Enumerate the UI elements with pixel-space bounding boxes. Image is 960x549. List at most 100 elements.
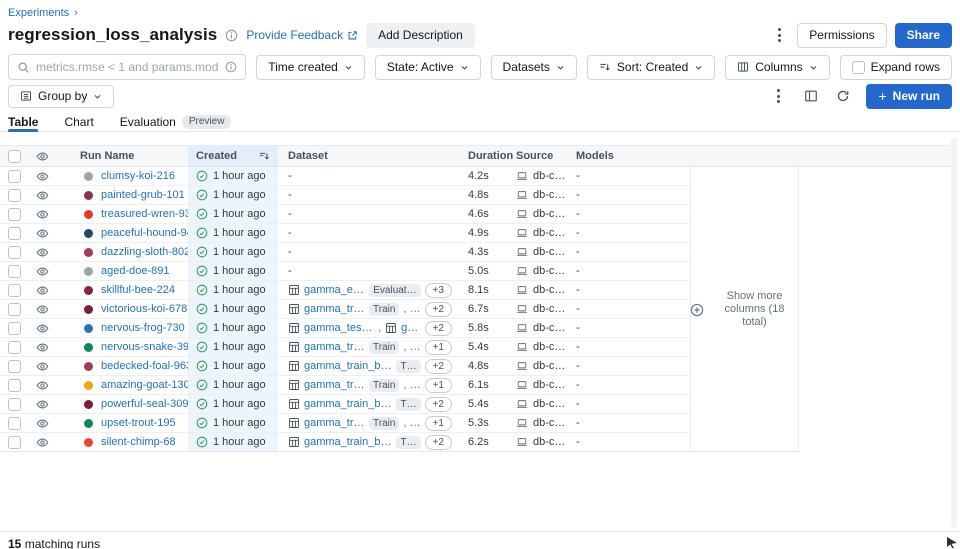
source-link[interactable]: db-chen…	[533, 341, 568, 353]
run-name-link[interactable]: dazzling-sloth-802	[101, 246, 188, 258]
dataset-more-pill[interactable]: +1	[425, 416, 452, 431]
dataset-link[interactable]: gamma_train (b06b137d)	[304, 341, 365, 353]
row-visibility-toggle[interactable]	[28, 224, 56, 242]
row-visibility-toggle[interactable]	[28, 395, 56, 413]
row-checkbox[interactable]	[8, 265, 21, 278]
run-name-link[interactable]: nervous-frog-730	[101, 322, 185, 334]
row-checkbox[interactable]	[8, 398, 21, 411]
source-link[interactable]: db-chen…	[533, 284, 568, 296]
columns-selector[interactable]: Columns	[725, 55, 829, 80]
row-checkbox[interactable]	[8, 303, 21, 316]
search-input[interactable]	[36, 60, 219, 74]
source-link[interactable]: db-chen…	[533, 322, 568, 334]
column-header-dataset[interactable]: Dataset	[278, 146, 460, 166]
row-visibility-toggle[interactable]	[28, 357, 56, 375]
dataset-link[interactable]: gam…	[401, 322, 420, 334]
row-visibility-toggle[interactable]	[28, 205, 56, 223]
tab-table[interactable]: Table	[8, 112, 38, 131]
visibility-column-header[interactable]	[28, 146, 56, 166]
dataset-link[interactable]: gamma_train_beta (d5ef20ed)	[304, 398, 392, 410]
dataset-more-pill[interactable]: +1	[425, 340, 452, 355]
row-checkbox[interactable]	[8, 379, 21, 392]
source-link[interactable]: db-chen…	[533, 360, 568, 372]
dataset-more-pill[interactable]: +2	[425, 397, 452, 412]
new-run-button[interactable]: + New run	[866, 84, 952, 109]
add-description-button[interactable]: Add Description	[366, 23, 475, 48]
run-name-link[interactable]: peaceful-hound-944	[101, 227, 188, 239]
source-link[interactable]: db-chen…	[533, 265, 568, 277]
source-link[interactable]: db-chen…	[533, 303, 568, 315]
row-visibility-toggle[interactable]	[28, 281, 56, 299]
table-overflow-menu-icon[interactable]	[769, 85, 788, 107]
row-visibility-toggle[interactable]	[28, 262, 56, 280]
run-name-link[interactable]: nervous-snake-390	[101, 341, 188, 353]
datasets-filter[interactable]: Datasets	[491, 55, 577, 80]
row-visibility-toggle[interactable]	[28, 243, 56, 261]
tab-evaluation[interactable]: Evaluation Preview	[120, 112, 232, 131]
experiment-info-icon[interactable]	[225, 29, 238, 42]
dataset-link[interactable]: gamma_eval (80038a42)	[304, 284, 365, 296]
dataset-more-pill[interactable]: +3	[425, 283, 452, 298]
row-checkbox[interactable]	[8, 189, 21, 202]
time-created-filter[interactable]: Time created	[256, 55, 365, 80]
run-name-link[interactable]: upset-trout-195	[101, 417, 176, 429]
row-visibility-toggle[interactable]	[28, 319, 56, 337]
source-link[interactable]: db-chen…	[533, 436, 568, 448]
run-name-link[interactable]: aged-doe-891	[101, 265, 170, 277]
row-checkbox[interactable]	[8, 436, 21, 449]
source-link[interactable]: db-chen…	[533, 208, 568, 220]
row-checkbox[interactable]	[8, 208, 21, 221]
provide-feedback-link[interactable]: Provide Feedback	[246, 28, 358, 42]
run-name-link[interactable]: powerful-seal-309	[101, 398, 188, 410]
header-overflow-menu-icon[interactable]	[770, 24, 789, 46]
source-link[interactable]: db-chen…	[533, 227, 568, 239]
expand-rows-toggle[interactable]: Expand rows	[840, 55, 952, 80]
tab-chart[interactable]: Chart	[64, 112, 93, 131]
row-checkbox[interactable]	[8, 360, 21, 373]
row-visibility-toggle[interactable]	[28, 414, 56, 432]
permissions-button[interactable]: Permissions	[797, 23, 886, 48]
row-visibility-toggle[interactable]	[28, 338, 56, 356]
run-name-link[interactable]: amazing-goat-130	[101, 379, 188, 391]
column-header-run-name[interactable]: Run Name	[56, 146, 188, 166]
refresh-icon[interactable]	[834, 87, 852, 105]
source-link[interactable]: db-chen…	[533, 398, 568, 410]
row-checkbox[interactable]	[8, 227, 21, 240]
source-link[interactable]: db-chen…	[533, 189, 568, 201]
dataset-more-pill[interactable]: +2	[425, 302, 452, 317]
run-name-link[interactable]: treasured-wren-932	[101, 208, 188, 220]
run-name-link[interactable]: silent-chimp-68	[101, 436, 176, 448]
row-checkbox[interactable]	[8, 170, 21, 183]
search-info-icon[interactable]	[225, 61, 237, 73]
dataset-link[interactable]: gamma_train (b06b137d)	[304, 303, 365, 315]
breadcrumb-experiments-link[interactable]: Experiments	[8, 7, 69, 19]
expand-rows-checkbox[interactable]	[852, 61, 865, 74]
dataset-link[interactable]: gamma_train (b06b137d)	[304, 417, 365, 429]
row-visibility-toggle[interactable]	[28, 433, 56, 451]
sort-order-icon[interactable]	[258, 150, 270, 162]
source-link[interactable]: db-chen…	[533, 170, 568, 182]
source-link[interactable]: db-chen…	[533, 417, 568, 429]
run-name-link[interactable]: clumsy-koi-216	[101, 170, 175, 182]
sort-filter[interactable]: Sort: Created	[587, 55, 715, 80]
run-name-link[interactable]: painted-grub-101	[101, 189, 185, 201]
state-filter[interactable]: State: Active	[375, 55, 481, 80]
group-by-button[interactable]: Group by	[8, 85, 114, 108]
row-visibility-toggle[interactable]	[28, 376, 56, 394]
show-more-columns-button[interactable]: Show more columns (18 total)	[690, 167, 798, 452]
source-link[interactable]: db-chen…	[533, 246, 568, 258]
dataset-more-pill[interactable]: +1	[425, 378, 452, 393]
dataset-link[interactable]: gamma_train_beta (d5ef20ed)	[304, 436, 392, 448]
column-header-duration[interactable]: Duration	[460, 146, 510, 166]
share-button[interactable]: Share	[895, 23, 952, 48]
search-box[interactable]	[8, 54, 246, 80]
row-checkbox[interactable]	[8, 341, 21, 354]
select-all-checkbox[interactable]	[8, 150, 21, 163]
row-checkbox[interactable]	[8, 284, 21, 297]
run-name-link[interactable]: victorious-koi-678	[101, 303, 187, 315]
dataset-more-pill[interactable]: +2	[425, 435, 452, 450]
row-checkbox[interactable]	[8, 322, 21, 335]
row-checkbox[interactable]	[8, 417, 21, 430]
row-visibility-toggle[interactable]	[28, 167, 56, 185]
dataset-more-pill[interactable]: +2	[425, 359, 452, 374]
